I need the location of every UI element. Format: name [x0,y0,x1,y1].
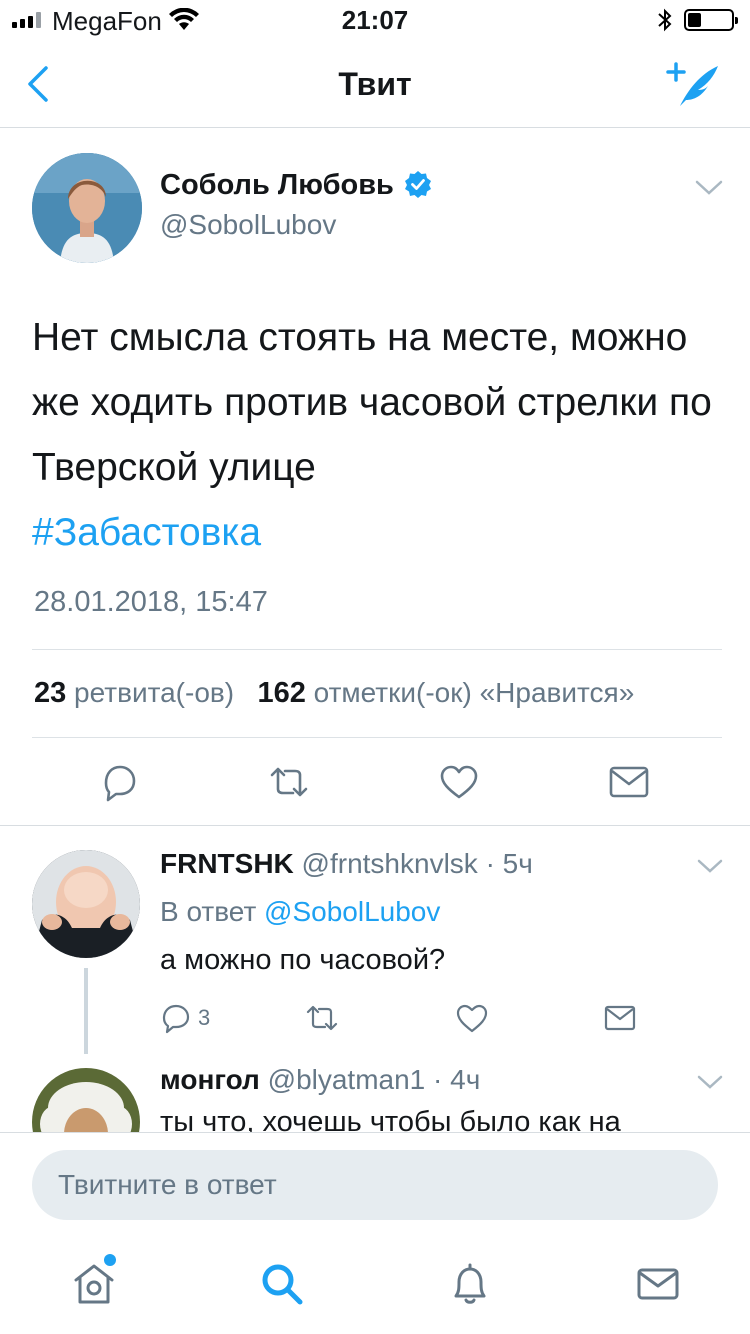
reply-count: 3 [198,1005,211,1030]
reply-input[interactable]: Твитните в ответ [32,1150,718,1220]
notification-dot [104,1254,116,1266]
reply-time: · 4ч [433,1064,481,1095]
reply-author-name[interactable]: FRNTSHK [160,848,294,879]
reply-to-prefix: В ответ [160,896,257,927]
retweets-stat[interactable]: 23 ретвита(-ов) [34,677,235,709]
like-heart-icon[interactable] [436,759,482,805]
reply-button[interactable]: 3 [160,1000,210,1036]
reply-to-line: В ответ @SobolLubov [160,896,440,928]
reply-author-name[interactable]: монгол [160,1064,260,1095]
author-handle[interactable]: @SobolLubov [160,209,336,241]
clock: 21:07 [341,5,409,35]
home-icon[interactable] [70,1260,118,1308]
likes-count: 162 [257,677,306,709]
reply-text: а можно по часовой? [160,944,446,976]
share-mail-icon[interactable] [602,1000,638,1036]
tab-bar [0,1236,750,1334]
battery-icon [684,9,738,31]
retweets-label: ретвита(-ов) [74,677,235,708]
mail-icon[interactable] [634,1260,682,1308]
avatar[interactable] [32,850,140,958]
tweet-text: Нет смысла стоять на месте, можно же ход… [32,316,712,489]
chevron-down-icon[interactable] [696,1074,724,1090]
avatar[interactable] [32,153,142,263]
reply-icon[interactable] [96,759,142,805]
reply-composer: Твитните в ответ [0,1132,750,1236]
page-title: Твит [338,66,412,102]
bluetooth-icon [658,8,672,32]
section-divider [0,825,750,826]
chevron-down-icon[interactable] [696,858,724,874]
author-name[interactable]: Соболь Любовь [160,169,432,202]
status-bar: MegaFon 21:07 [0,0,750,40]
reply-text: ты что, хочешь чтобы было как на [160,1106,621,1132]
divider [32,649,722,650]
reply-input-placeholder: Твитните в ответ [58,1169,277,1200]
compose-tweet-icon[interactable] [664,60,724,110]
tweet-stats: 23 ретвита(-ов) 162 отметки(-ок) «Нравит… [34,677,634,710]
retweet-icon[interactable] [304,1000,340,1036]
author-name-text: Соболь Любовь [160,169,394,201]
reply-to-handle-link[interactable]: @SobolLubov [264,896,440,927]
nav-bar: Твит [0,40,750,128]
avatar[interactable] [32,1068,140,1132]
thread-connector [84,968,88,1054]
verified-badge-icon [404,171,431,198]
hashtag-link[interactable]: #Забастовка [32,500,261,565]
reply-author-handle[interactable]: @blyatman1 [268,1064,426,1095]
share-mail-icon[interactable] [606,759,652,805]
reply-header: монгол @blyatman1 · 4ч [160,1064,480,1096]
reply-icon [162,1004,190,1034]
like-heart-icon[interactable] [454,1000,490,1036]
retweets-count: 23 [34,677,67,709]
reply-tweet[interactable]: монгол @blyatman1 · 4ч ты что, хочешь чт… [0,1050,750,1132]
likes-label: отметки(-ок) «Нравится» [313,677,635,708]
bell-icon[interactable] [446,1260,494,1308]
tweet-actions [0,759,750,819]
tweet-timestamp: 28.01.2018, 15:47 [34,586,268,618]
likes-stat[interactable]: 162 отметки(-ок) «Нравится» [257,677,635,709]
reply-time: · 5ч [485,848,533,879]
chevron-down-icon[interactable] [694,179,724,197]
retweet-icon[interactable] [266,759,312,805]
divider [32,737,722,738]
reply-header: FRNTSHK @frntshknvlsk · 5ч [160,848,533,880]
search-icon[interactable] [258,1260,306,1308]
reply-author-handle[interactable]: @frntshknvlsk [302,848,478,879]
tweet-body: Нет смысла стоять на месте, можно же ход… [32,305,722,565]
